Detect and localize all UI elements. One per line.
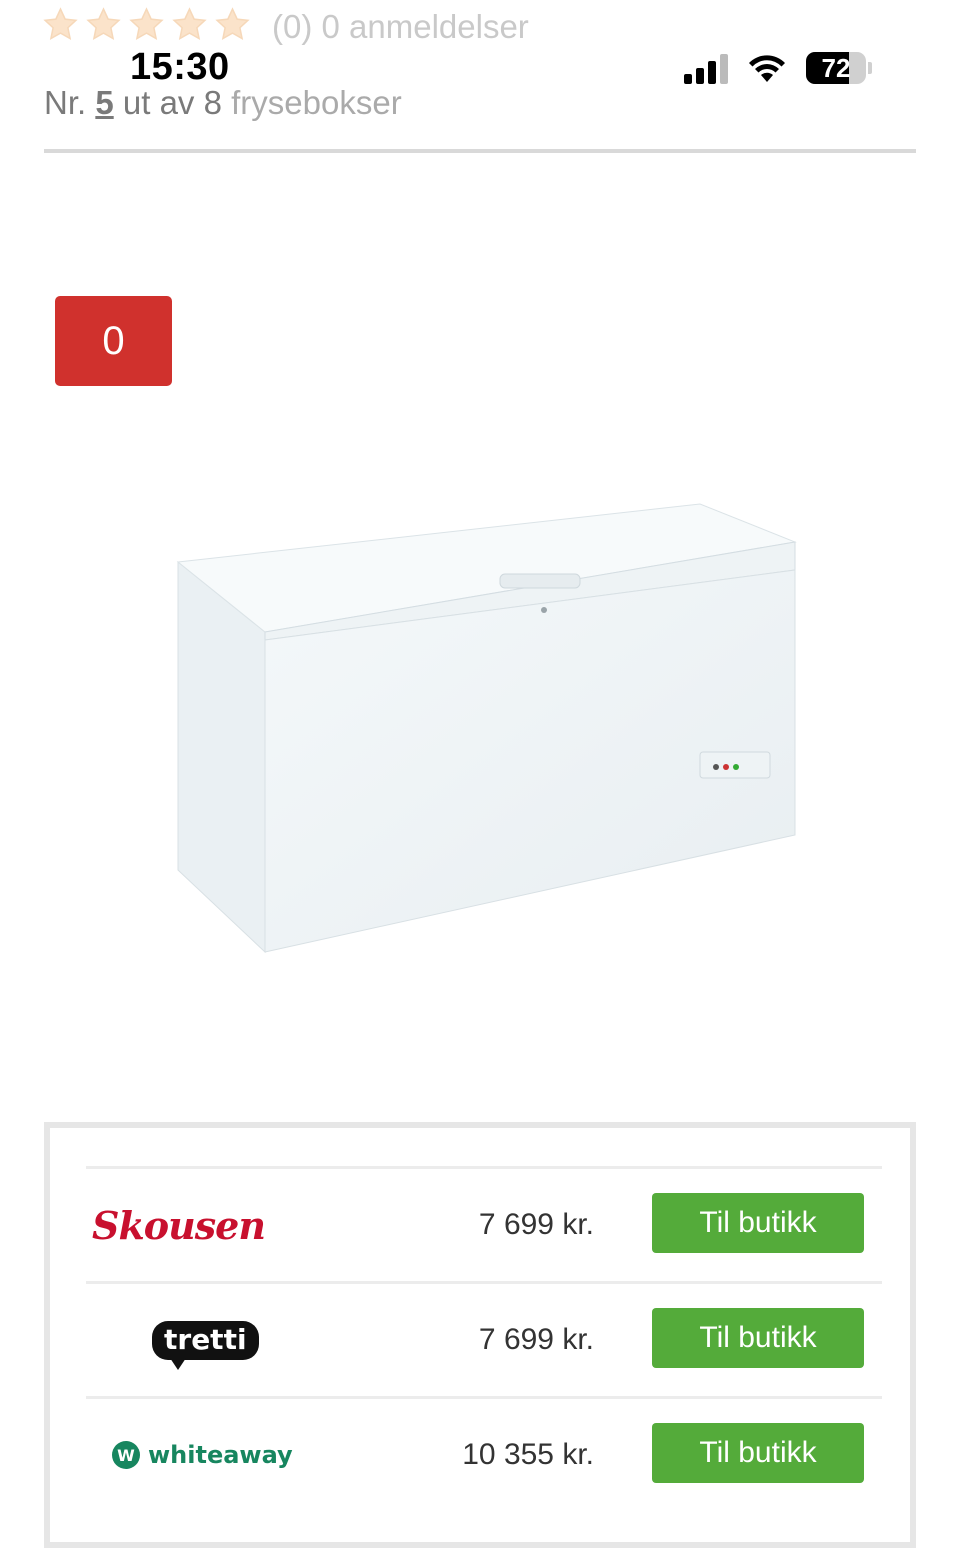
star-icon: [171, 6, 208, 43]
whiteaway-logo[interactable]: W whiteaway: [86, 1399, 293, 1511]
to-store-button[interactable]: Til butikk: [652, 1423, 864, 1483]
offers-card: Skousen 7 699 kr. Til butikk tretti 7 69…: [44, 1122, 916, 1548]
score-badge: 0: [55, 296, 172, 386]
star-icon: [214, 6, 251, 43]
product-rank: Nr. 5 ut av 8 frysebokser: [44, 84, 402, 122]
to-store-button[interactable]: Til butikk: [652, 1193, 864, 1253]
tretti-logo[interactable]: tretti: [86, 1284, 259, 1396]
offer-price: 10 355 kr.: [462, 1438, 594, 1471]
wifi-icon: [746, 52, 788, 84]
star-icon: [128, 6, 165, 43]
status-time: 15:30: [130, 46, 230, 88]
skousen-logo[interactable]: Skousen: [86, 1169, 266, 1281]
offer-row: W whiteaway 10 355 kr. Til butikk: [86, 1396, 882, 1511]
cellular-signal-icon: [684, 52, 728, 84]
offer-row: tretti 7 699 kr. Til butikk: [86, 1281, 882, 1396]
star-icon: [42, 6, 79, 43]
offer-price: 7 699 kr.: [478, 1208, 594, 1241]
offer-row: Skousen 7 699 kr. Til butikk: [86, 1166, 882, 1281]
rank-middle: ut av 8: [122, 84, 222, 121]
rating-stars: [42, 6, 251, 43]
review-count[interactable]: (0) 0 anmeldelser: [272, 8, 529, 46]
rank-prefix: Nr.: [44, 84, 87, 121]
to-store-button[interactable]: Til butikk: [652, 1308, 864, 1368]
whiteaway-mark-icon: W: [112, 1441, 140, 1469]
battery-level: 72: [821, 53, 851, 83]
status-icons: 72: [684, 52, 872, 84]
battery-icon: 72: [806, 52, 872, 84]
offer-price: 7 699 kr.: [478, 1323, 594, 1356]
star-icon: [85, 6, 122, 43]
product-image: [160, 490, 810, 970]
divider: [44, 149, 916, 153]
rank-position-link[interactable]: 5: [95, 84, 113, 121]
rank-category: frysebokser: [231, 84, 402, 121]
